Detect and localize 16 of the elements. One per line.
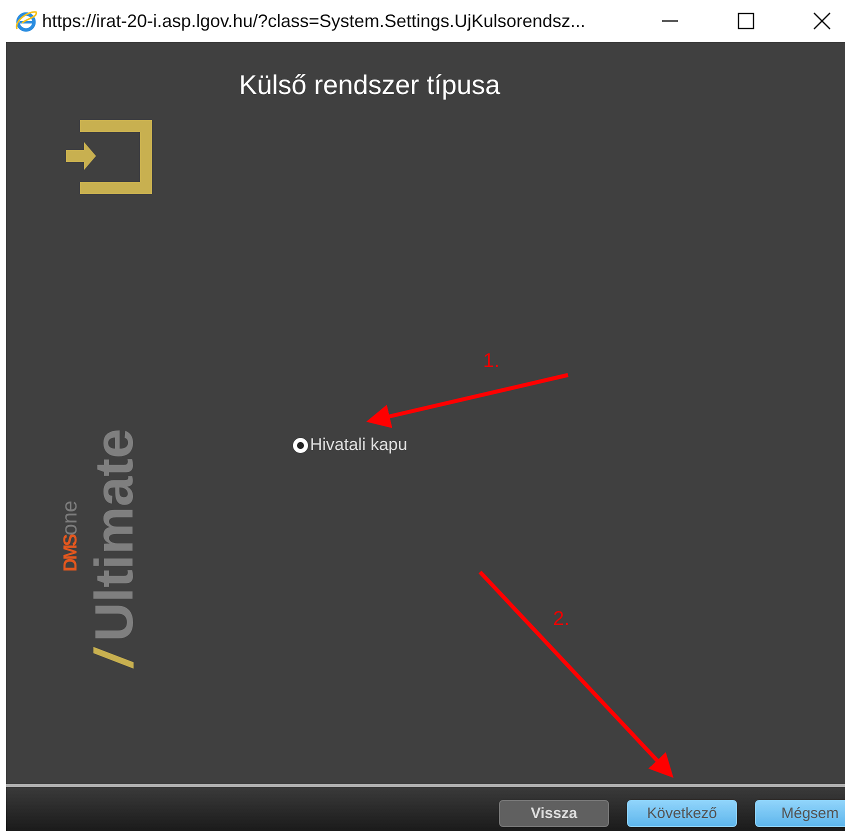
browser-icon — [14, 9, 38, 33]
logo-word: Ultimate — [84, 428, 144, 642]
logo-suffix: one — [58, 500, 82, 536]
logo-brand: DMS — [60, 536, 82, 572]
window-title: https://irat-20-i.asp.lgov.hu/?class=System.Settings.UjKulsorendsz... — [42, 10, 586, 32]
dialog-title: Külső rendszer típusa — [239, 70, 502, 101]
option-label: Hivatali kapu — [310, 435, 408, 455]
close-icon[interactable] — [813, 12, 831, 30]
dialog-button[interactable]: Mégsem — [755, 800, 845, 827]
dialog-button[interactable]: Következő — [627, 800, 737, 827]
logo-slash: / — [82, 642, 146, 671]
sign-in-icon — [66, 120, 152, 194]
radio-button[interactable] — [293, 438, 308, 452]
annotation-label: 2. — [553, 608, 570, 631]
annotation-label: 1. — [483, 350, 500, 373]
maximize-icon[interactable] — [737, 12, 755, 30]
